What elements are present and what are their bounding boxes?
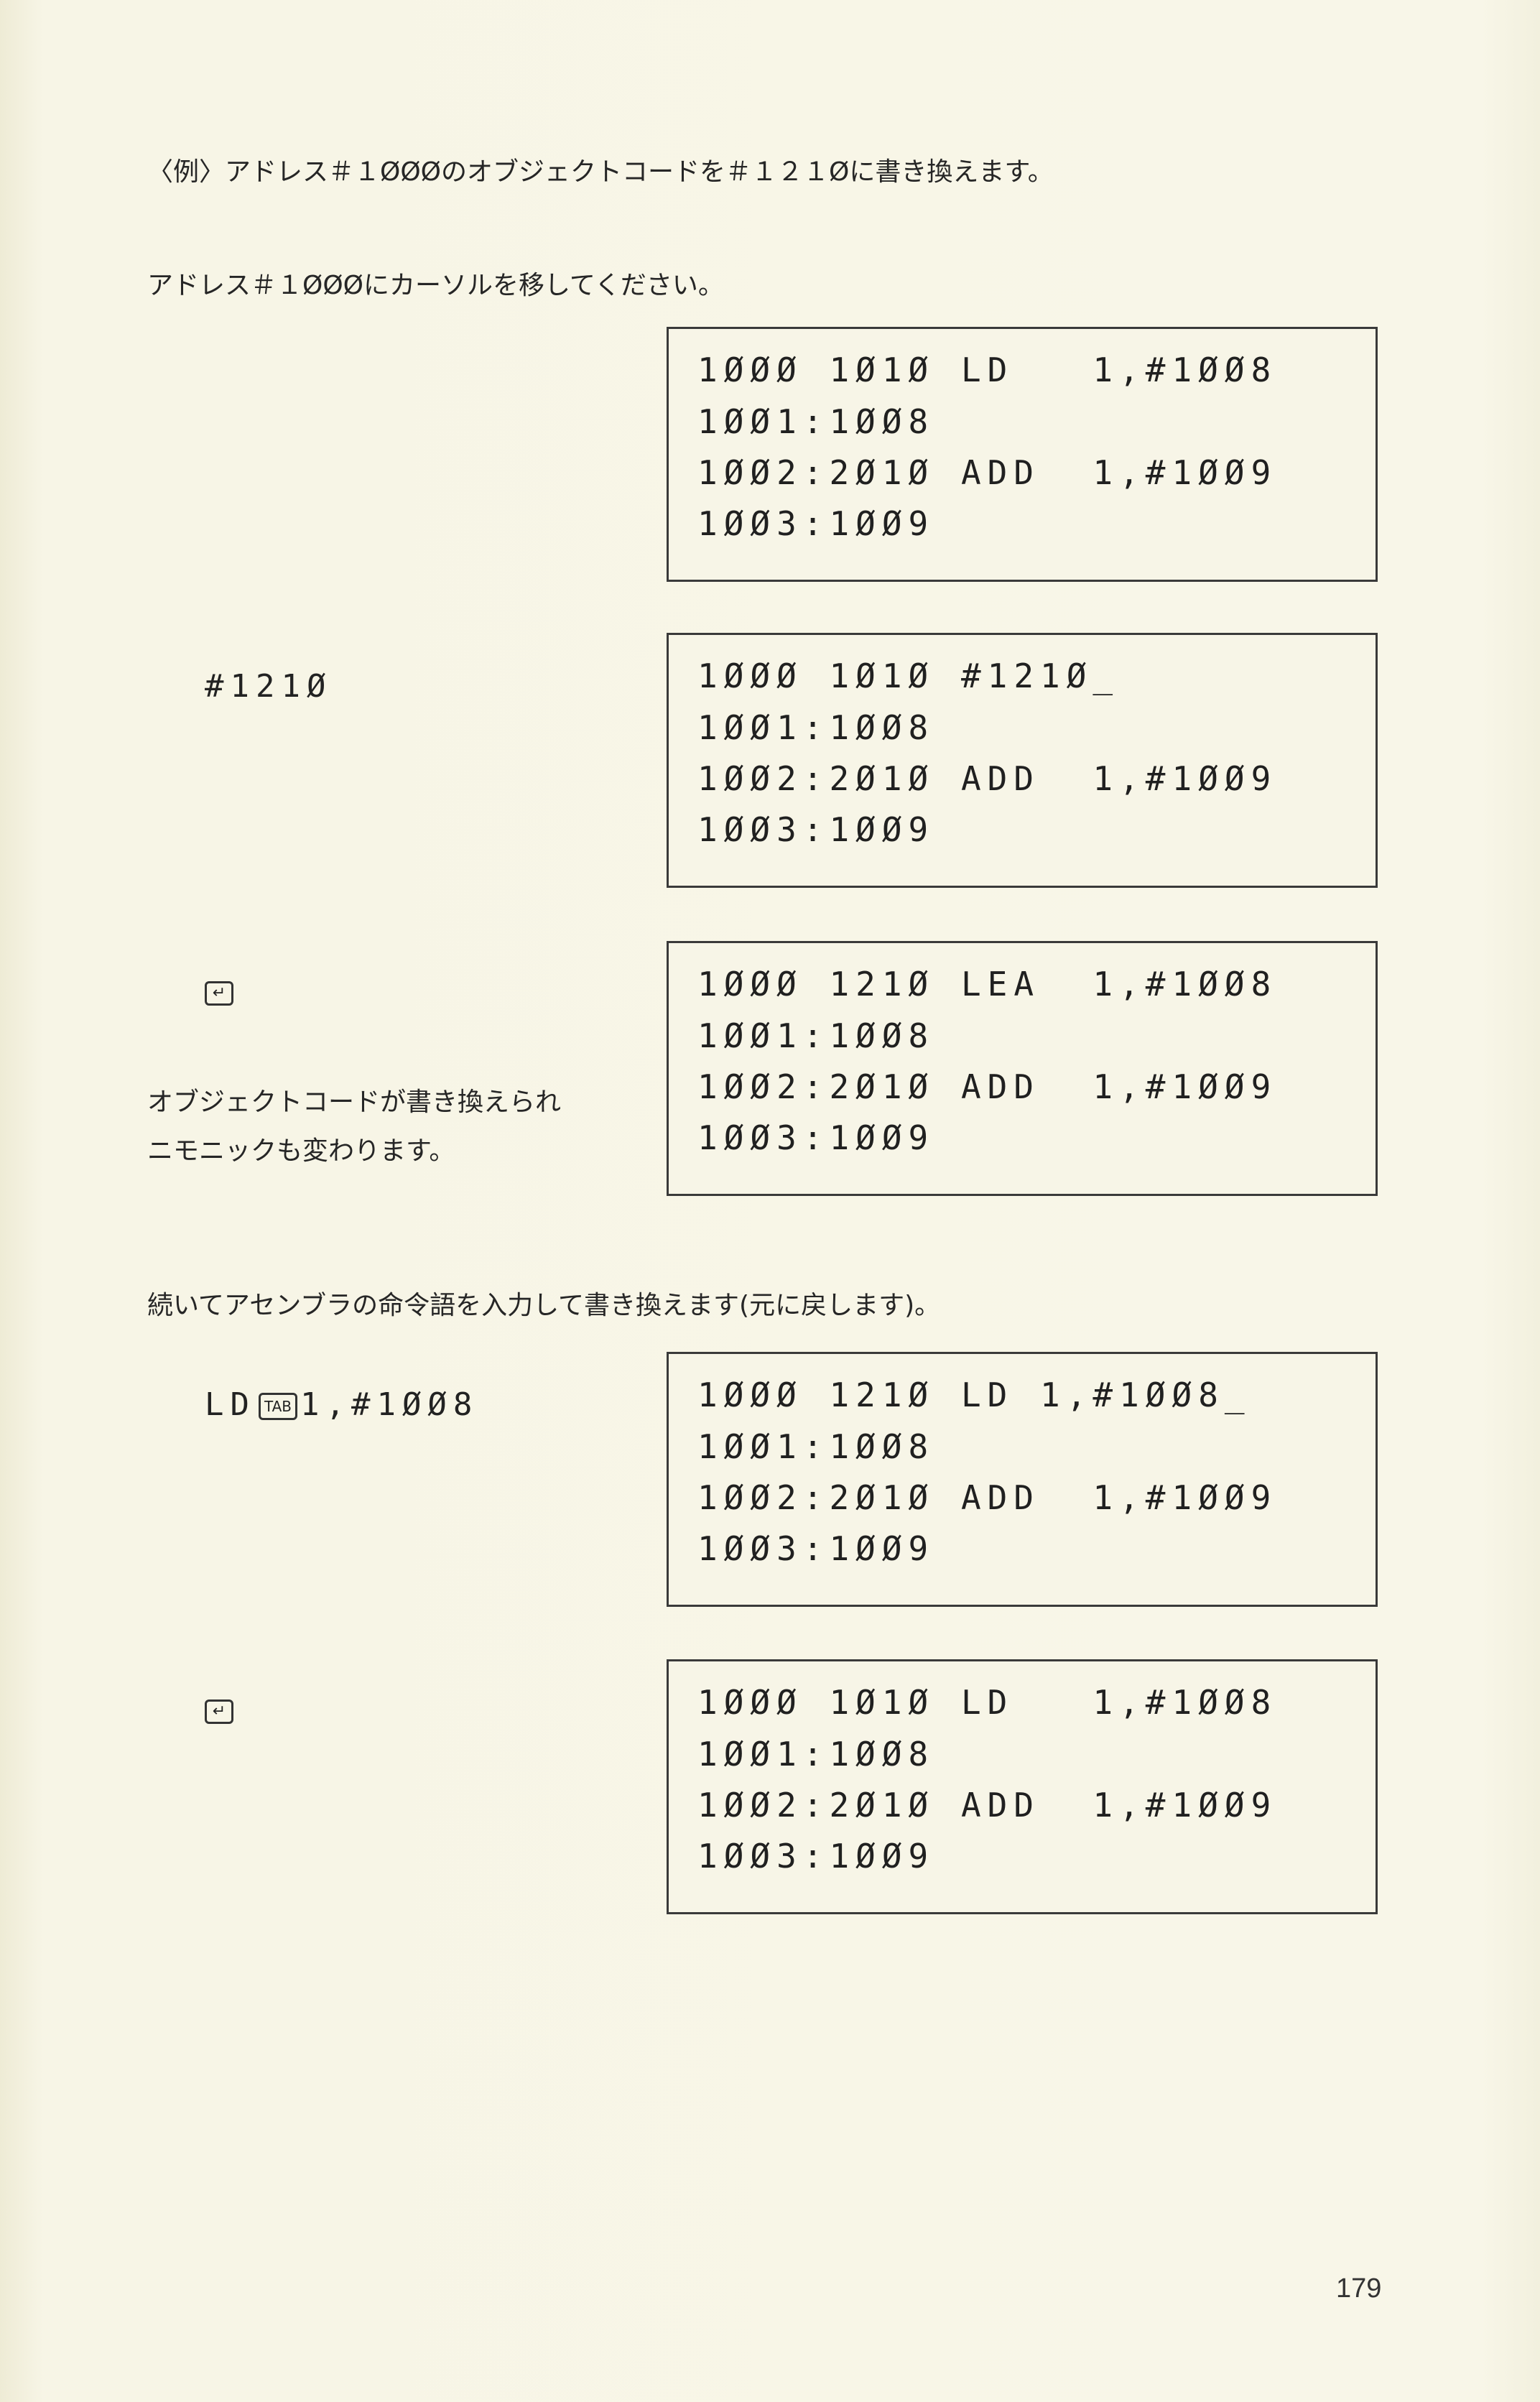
screen-line: 1ØØ1:1ØØ8 <box>697 1735 935 1773</box>
return-key-icon: ↵ <box>205 1700 233 1724</box>
screen-line: 1ØØ2:2Ø1Ø ADD 1,#1ØØ9 <box>697 453 1278 492</box>
screen-line: 1ØØ1:1ØØ8 <box>697 1427 935 1466</box>
instruction-reenter-mnemonic: 続いてアセンブラの命令語を入力して書き換えます(元に戻します)。 <box>147 1291 941 1320</box>
return-key-icon: ↵ <box>205 981 233 1006</box>
screen-line: 1ØØ2:2Ø1Ø ADD 1,#1ØØ9 <box>697 1786 1278 1824</box>
screen-line: 1ØØØ 1Ø1Ø LD 1,#1ØØ8 <box>697 351 1278 389</box>
page-number: 179 <box>1336 2273 1382 2304</box>
screen-line: 1ØØ3:1ØØ9 <box>697 1118 935 1157</box>
screen-display-3: 1ØØØ 121Ø LEA 1,#1ØØ8 1ØØ1:1ØØ8 1ØØ2:2Ø1… <box>667 941 1378 1196</box>
screen-line: 1ØØØ 121Ø LEA 1,#1ØØ8 <box>697 965 1278 1003</box>
screen-line: 1ØØ3:1ØØ9 <box>697 810 935 849</box>
input-mnemonic: LD TAB 1,#1ØØ8 <box>205 1386 478 1423</box>
instruction-move-cursor: アドレス＃１ØØØにカーソルを移してください。 <box>147 271 724 300</box>
screen-line: 1ØØ3:1ØØ9 <box>697 504 935 543</box>
screen-line: 1ØØ3:1ØØ9 <box>697 1529 935 1568</box>
input-hex-value: #121Ø <box>205 668 333 705</box>
input-operand: 1,#1ØØ8 <box>300 1386 479 1423</box>
example-heading: 〈例〉アドレス＃１ØØØのオブジェクトコードを＃１２１Øに書き換えます。 <box>147 157 1054 187</box>
screen-line: 1ØØ2:2Ø1Ø ADD 1,#1ØØ9 <box>697 759 1278 798</box>
note-line-1: オブジェクトコードが書き換えられ <box>147 1088 562 1117</box>
screen-display-1: 1ØØØ 1Ø1Ø LD 1,#1ØØ8 1ØØ1:1ØØ8 1ØØ2:2Ø1Ø… <box>667 327 1378 582</box>
screen-display-5: 1ØØØ 1Ø1Ø LD 1,#1ØØ8 1ØØ1:1ØØ8 1ØØ2:2Ø1Ø… <box>667 1659 1378 1914</box>
screen-display-2: 1ØØØ 1Ø1Ø #121Ø_ 1ØØ1:1ØØ8 1ØØ2:2Ø1Ø ADD… <box>667 633 1378 888</box>
screen-line: 1ØØ3:1ØØ9 <box>697 1837 935 1875</box>
screen-line: 1ØØ1:1ØØ8 <box>697 402 935 441</box>
screen-line: 1ØØØ 121Ø LD 1,#1ØØ8_ <box>697 1376 1251 1414</box>
screen-display-4: 1ØØØ 121Ø LD 1,#1ØØ8_ 1ØØ1:1ØØ8 1ØØ2:2Ø1… <box>667 1352 1378 1607</box>
screen-line: 1ØØ2:2Ø1Ø ADD 1,#1ØØ9 <box>697 1478 1278 1517</box>
screen-line: 1ØØ1:1ØØ8 <box>697 708 935 747</box>
input-opcode: LD <box>205 1386 256 1423</box>
tab-key-icon: TAB <box>258 1393 297 1420</box>
screen-line: 1ØØ1:1ØØ8 <box>697 1016 935 1055</box>
note-line-2: ニモニックも変わります。 <box>147 1136 455 1166</box>
screen-line: 1ØØ2:2Ø1Ø ADD 1,#1ØØ9 <box>697 1067 1278 1106</box>
screen-line: 1ØØØ 1Ø1Ø LD 1,#1ØØ8 <box>697 1683 1278 1722</box>
screen-line: 1ØØØ 1Ø1Ø #121Ø_ <box>697 657 1120 695</box>
